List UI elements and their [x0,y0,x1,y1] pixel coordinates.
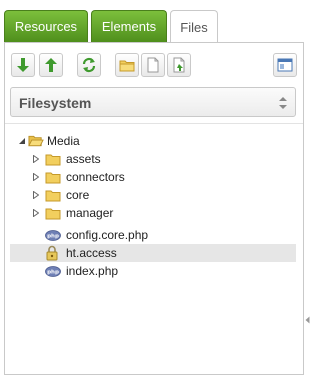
tree-node-label: manager [66,206,114,220]
expand-icon[interactable] [32,168,40,186]
new-file-icon [147,57,159,73]
tree-node-label: config.core.php [66,228,149,242]
folder-icon [45,204,61,222]
media-source-select[interactable]: Filesystem [10,87,296,117]
files-panel: Filesystem Media assets connectors core … [4,42,304,375]
new-folder-icon [119,60,135,72]
file-tree: Media assets connectors core manager php… [5,123,303,375]
collapse-icon[interactable] [18,132,26,150]
tab-elements[interactable]: Elements [91,10,167,42]
expand-icon[interactable] [32,150,40,168]
tree-folder-core[interactable]: core [10,186,296,204]
tab-files[interactable]: Files [170,10,218,43]
tree-node-label: core [66,188,90,202]
php-file-icon: php [45,262,61,280]
arrow-up-icon [45,58,57,72]
tree-file-ht-access[interactable]: ht.access [10,244,296,262]
upload-button[interactable] [39,53,63,77]
window-icon [277,58,293,72]
select-updown-icon [279,97,287,109]
panel-collapse-handle[interactable] [304,305,311,335]
tree-node-media[interactable]: Media [10,132,296,150]
tree-file-index-php[interactable]: php index.php [10,262,296,280]
folder-icon [45,150,61,168]
folder-icon [45,186,61,204]
new-file-button[interactable] [141,53,165,77]
tree-file-config-core-php[interactable]: php config.core.php [10,226,296,244]
tree-folder-connectors[interactable]: connectors [10,168,296,186]
refresh-icon [82,57,96,73]
arrow-down-icon [17,58,29,72]
expand-icon[interactable] [32,186,40,204]
download-button[interactable] [11,53,35,77]
expand-icon[interactable] [32,204,40,222]
new-folder-button[interactable] [115,53,139,77]
media-source-value: Filesystem [19,95,92,111]
tree-folder-manager[interactable]: manager [10,204,296,222]
tree-node-label: assets [66,152,101,166]
upload-file-icon [173,57,185,73]
chevron-left-icon [305,316,310,324]
tree-node-label: connectors [66,170,125,184]
refresh-button[interactable] [77,53,101,77]
tab-resources[interactable]: Resources [4,10,88,42]
folder-open-icon [28,132,44,150]
upload-file-button[interactable] [167,53,191,77]
toggle-view-button[interactable] [273,53,297,77]
tree-node-label: ht.access [66,246,117,260]
svg-text:php: php [47,269,59,275]
tree-node-label: Media [47,134,80,148]
folder-icon [45,168,61,186]
tab-bar: Resources Elements Files [0,0,311,44]
php-file-icon: php [45,226,61,244]
lock-icon [45,244,61,262]
tree-folder-assets[interactable]: assets [10,150,296,168]
file-toolbar [5,43,303,81]
svg-text:php: php [47,233,59,239]
tree-node-label: index.php [66,264,119,278]
